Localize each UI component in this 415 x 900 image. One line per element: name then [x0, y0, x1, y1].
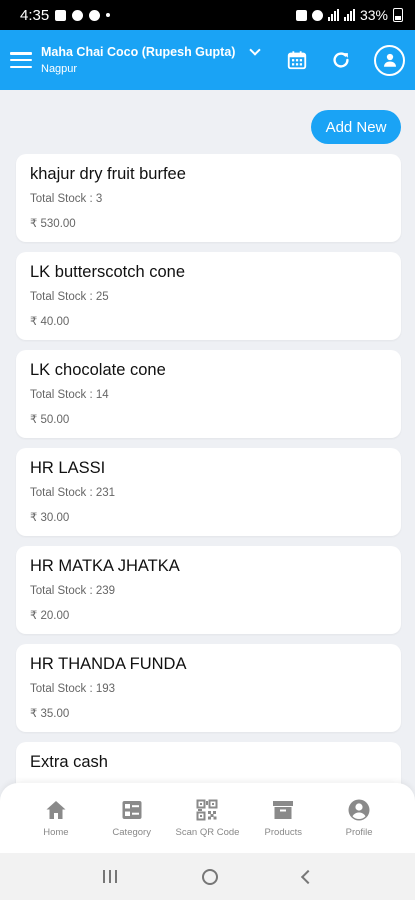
status-bar: 4:35 33% [0, 0, 415, 30]
product-name: LK chocolate cone [30, 361, 166, 379]
more-notifications-icon [106, 13, 111, 17]
app-bar: Maha Chai Coco (Rupesh Gupta) Nagpur [0, 30, 415, 90]
store-city: Nagpur [41, 63, 78, 75]
battery-icon [393, 8, 403, 22]
product-stock: Total Stock : 193 [30, 683, 116, 695]
products-icon [273, 801, 294, 819]
product-stock: Total Stock : 3 [30, 193, 103, 205]
product-price: ₹ 20.00 [30, 610, 70, 622]
nav-label: Profile [345, 827, 373, 838]
signal-icon [327, 9, 339, 21]
product-name: HR THANDA FUNDA [30, 655, 187, 673]
product-name: LK butterscotch cone [30, 263, 186, 281]
home-icon [46, 801, 66, 819]
home-button-icon[interactable] [201, 868, 218, 885]
product-stock: Total Stock : 14 [30, 389, 109, 401]
back-icon[interactable] [300, 869, 315, 884]
product-name: HR MATKA JHATKA [30, 557, 180, 575]
store-name: Maha Chai Coco (Rupesh Gupta) [41, 45, 236, 59]
product-name: khajur dry fruit burfee [30, 165, 186, 183]
nav-label: Scan QR Code [175, 827, 240, 838]
battery-percent: 33% [359, 7, 388, 23]
product-card[interactable]: HR THANDA FUNDA Total Stock : 193 ₹ 35.0… [16, 644, 401, 732]
nav-category[interactable]: Category [97, 798, 167, 838]
status-time: 4:35 [20, 6, 50, 24]
product-card[interactable]: LK butterscotch cone Total Stock : 25 ₹ … [16, 252, 401, 340]
product-price: ₹ 50.00 [30, 414, 70, 426]
product-name: Extra cash [30, 753, 108, 771]
product-price: ₹ 30.00 [30, 512, 70, 524]
product-price: ₹ 530.00 [30, 218, 76, 230]
product-name: HR LASSI [30, 459, 106, 477]
bottom-nav: Home Category Scan QR Code Products Prof… [0, 783, 415, 853]
product-list: khajur dry fruit burfee Total Stock : 3 … [16, 154, 401, 840]
profile-button[interactable] [374, 44, 405, 76]
nav-label: Products [264, 827, 303, 838]
nav-home[interactable]: Home [21, 798, 91, 838]
qr-code-icon [196, 799, 218, 821]
product-stock: Total Stock : 239 [30, 585, 116, 597]
calendar-icon[interactable] [286, 49, 308, 71]
signal-icon-2 [343, 9, 355, 21]
whatsapp-icon [72, 9, 84, 21]
vibrate-icon [295, 9, 307, 21]
product-stock: Total Stock : 25 [30, 291, 109, 303]
menu-icon[interactable] [10, 52, 32, 68]
product-card[interactable]: HR LASSI Total Stock : 231 ₹ 30.00 [16, 448, 401, 536]
product-price: ₹ 40.00 [30, 316, 70, 328]
product-stock: Total Stock : 231 [30, 487, 116, 499]
nav-products[interactable]: Products [248, 798, 318, 838]
recent-apps-icon[interactable] [102, 870, 117, 883]
system-nav-bar [0, 853, 415, 900]
refresh-icon[interactable] [330, 49, 352, 71]
user-icon [383, 53, 396, 67]
nav-label: Home [43, 827, 69, 838]
app-notification-icon [89, 9, 101, 21]
store-selector[interactable]: Maha Chai Coco (Rupesh Gupta) Nagpur [41, 44, 261, 75]
product-card[interactable]: LK chocolate cone Total Stock : 14 ₹ 50.… [16, 350, 401, 438]
nav-label: Category [112, 827, 151, 838]
chevron-down-icon [249, 44, 261, 56]
product-card[interactable]: khajur dry fruit burfee Total Stock : 3 … [16, 154, 401, 242]
gallery-icon [55, 9, 67, 21]
wifi-icon [311, 9, 323, 21]
nav-profile[interactable]: Profile [324, 798, 394, 838]
add-new-button[interactable]: Add New [311, 110, 401, 144]
product-price: ₹ 35.00 [30, 708, 70, 720]
nav-scan-qr[interactable]: Scan QR Code [172, 798, 242, 838]
category-icon [122, 801, 142, 819]
profile-icon [348, 799, 370, 821]
product-card[interactable]: HR MATKA JHATKA Total Stock : 239 ₹ 20.0… [16, 546, 401, 634]
